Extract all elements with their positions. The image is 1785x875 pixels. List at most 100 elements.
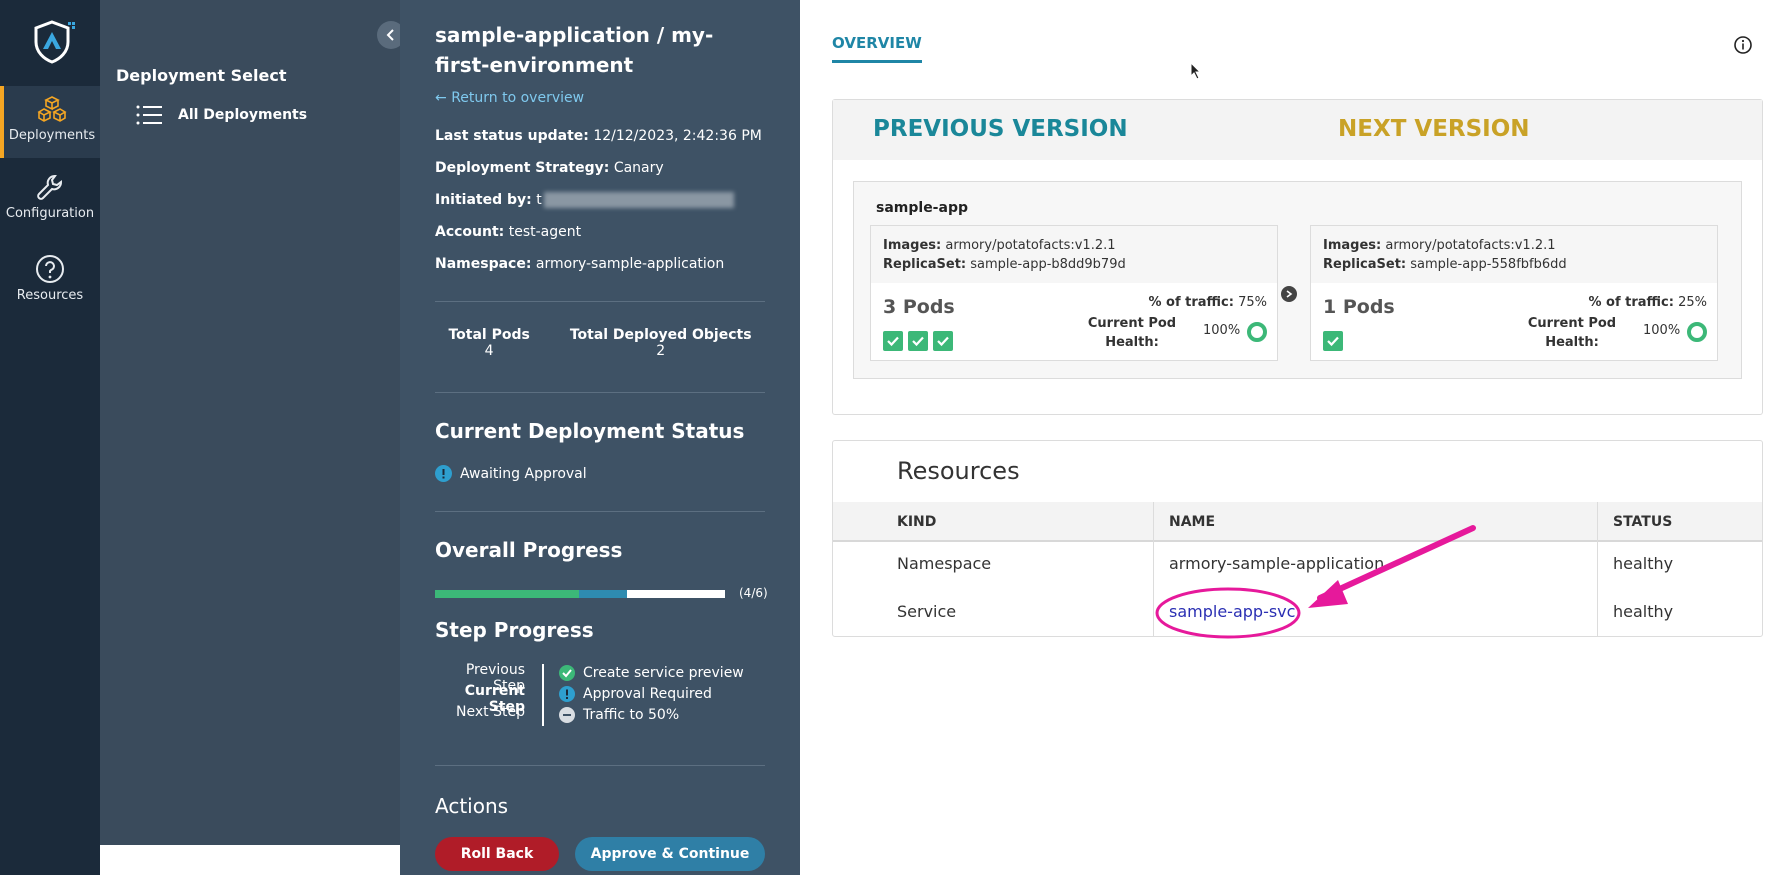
replicaset-value: sample-app-b8dd9b79d — [970, 257, 1126, 272]
pod-health-value: 100% — [1203, 323, 1241, 338]
chevron-left-icon — [386, 29, 394, 41]
replicaset-value: sample-app-558fbfb6dd — [1410, 257, 1567, 272]
pod-health-label: Current Pod Health: — [1087, 316, 1177, 350]
last-status-label: Last status update: — [435, 128, 589, 144]
current-step-value: Approval Required — [583, 685, 712, 702]
info-icon[interactable] — [1734, 36, 1752, 54]
pod-check-icon — [933, 331, 953, 351]
namespace-row: Namespace: armory-sample-application — [435, 256, 724, 272]
row-kind: Service — [897, 602, 957, 621]
info-badge-icon — [559, 685, 575, 702]
column-name: NAME — [1169, 514, 1216, 530]
main-content: OVERVIEW PREVIOUS VERSION NEXT VERSION s… — [800, 0, 1785, 875]
overall-progress-heading: Overall Progress — [435, 538, 623, 562]
strategy-row: Deployment Strategy: Canary — [435, 160, 664, 176]
previous-replicaset-card: Images: armory/potatofacts:v1.2.1 Replic… — [870, 225, 1278, 361]
return-link-label: Return to overview — [451, 90, 585, 106]
redacted-email — [543, 192, 734, 208]
armory-logo-icon — [34, 20, 75, 64]
arrow-left-icon: ← — [435, 90, 447, 106]
app-name: sample-app — [876, 200, 968, 216]
step-items: Create service preview Approval Required… — [559, 662, 744, 725]
health-ring-icon — [1687, 322, 1707, 342]
last-status-row: Last status update: 12/12/2023, 2:42:36 … — [435, 128, 762, 144]
current-status-value: Awaiting Approval — [460, 465, 587, 482]
pod-health-value: 100% — [1643, 323, 1681, 338]
return-to-overview-link[interactable]: ← Return to overview — [435, 90, 584, 106]
all-deployments-label: All Deployments — [178, 107, 308, 123]
row-status: healthy — [1613, 602, 1674, 621]
total-pods: Total Pods 4 — [448, 327, 529, 359]
column-divider — [1153, 502, 1154, 636]
nav-deployments[interactable]: Deployments — [0, 86, 100, 158]
total-pods-label: Total Pods — [448, 327, 530, 343]
strategy-value: Canary — [613, 160, 664, 176]
traffic-label: % of traffic: — [1148, 295, 1234, 310]
resources-table-header: KIND NAME STATUS — [833, 502, 1762, 542]
service-link[interactable]: sample-app-svc — [1169, 602, 1295, 621]
nav-resources-label: Resources — [16, 288, 84, 303]
row-status: healthy — [1613, 554, 1674, 573]
nav-resources[interactable]: Resources — [0, 254, 100, 326]
images-value: armory/potatofacts:v1.2.1 — [945, 238, 1116, 253]
column-kind: KIND — [897, 514, 937, 530]
deployment-title: sample-application / my-first-environmen… — [435, 23, 714, 77]
current-step-label: Current Step — [464, 683, 525, 715]
nav-configuration[interactable]: Configuration — [0, 172, 100, 244]
total-objects-label: Total Deployed Objects — [569, 327, 752, 343]
pod-status-checks — [1323, 331, 1343, 351]
minus-circle-icon — [559, 706, 575, 723]
wrench-icon — [37, 175, 62, 200]
traffic-value: 25% — [1678, 295, 1707, 310]
nav-rail: Deployments Configuration Resources — [0, 0, 100, 875]
initiated-by-row: Initiated by: t — [435, 192, 734, 208]
all-deployments-item[interactable]: All Deployments — [136, 104, 307, 126]
pod-check-icon — [908, 331, 928, 351]
deployment-select-title: Deployment Select — [116, 66, 287, 85]
initiated-by-label: Initiated by: — [435, 192, 532, 208]
replicaset-info: Images: armory/potatofacts:v1.2.1 Replic… — [1311, 226, 1717, 283]
images-row: Images: armory/potatofacts:v1.2.1 — [1323, 236, 1705, 255]
pod-status-checks — [883, 331, 953, 351]
account-row: Account: test-agent — [435, 224, 581, 240]
total-pods-value: 4 — [484, 343, 494, 359]
row-kind: Namespace — [897, 554, 992, 573]
namespace-value: armory-sample-application — [535, 256, 725, 272]
deployment-details-panel: sample-application / my-first-environmen… — [400, 0, 800, 875]
next-step-value: Traffic to 50% — [583, 706, 680, 723]
resources-title: Resources — [897, 457, 1020, 485]
check-circle-icon — [559, 664, 575, 681]
images-label: Images: — [883, 238, 942, 253]
tab-overview[interactable]: OVERVIEW — [832, 34, 922, 63]
namespace-label: Namespace: — [435, 256, 532, 272]
mouse-cursor-icon — [1190, 62, 1202, 80]
next-replicaset-card: Images: armory/potatofacts:v1.2.1 Replic… — [1310, 225, 1718, 361]
progress-count: (4/6) — [739, 586, 768, 600]
versions-card: PREVIOUS VERSION NEXT VERSION sample-app… — [832, 99, 1763, 415]
pod-health-label: Current Pod Health: — [1527, 316, 1617, 350]
account-label: Account: — [435, 224, 505, 240]
replicaset-info: Images: armory/potatofacts:v1.2.1 Replic… — [871, 226, 1277, 283]
previous-step-value: Create service preview — [583, 664, 744, 681]
row-name: armory-sample-application — [1169, 554, 1385, 573]
pod-check-icon — [883, 331, 903, 351]
info-badge-icon — [435, 465, 452, 482]
next-version-heading: NEXT VERSION — [1338, 116, 1530, 142]
last-status-value: 12/12/2023, 2:42:36 PM — [593, 128, 762, 144]
images-value: armory/potatofacts:v1.2.1 — [1385, 238, 1556, 253]
total-objects-value: 2 — [656, 343, 666, 359]
progress-completed-segment — [435, 590, 579, 598]
next-step: Traffic to 50% — [559, 704, 744, 725]
current-status: Awaiting Approval — [435, 465, 587, 482]
progress-current-segment — [579, 590, 627, 598]
account-value: test-agent — [508, 224, 582, 240]
current-status-heading: Current Deployment Status — [435, 419, 745, 443]
approve-continue-button[interactable]: Approve & Continue — [575, 837, 765, 871]
counts-summary: Total Pods 4 Total Deployed Objects 2 — [435, 327, 765, 359]
traffic-share: % of traffic: 25% — [1588, 295, 1707, 310]
replicaset-label: ReplicaSet: — [1323, 257, 1407, 272]
overall-progress-bar — [435, 590, 725, 598]
traffic-value: 75% — [1238, 295, 1267, 310]
health-ring-icon — [1247, 322, 1267, 342]
roll-back-button[interactable]: Roll Back — [435, 837, 559, 871]
